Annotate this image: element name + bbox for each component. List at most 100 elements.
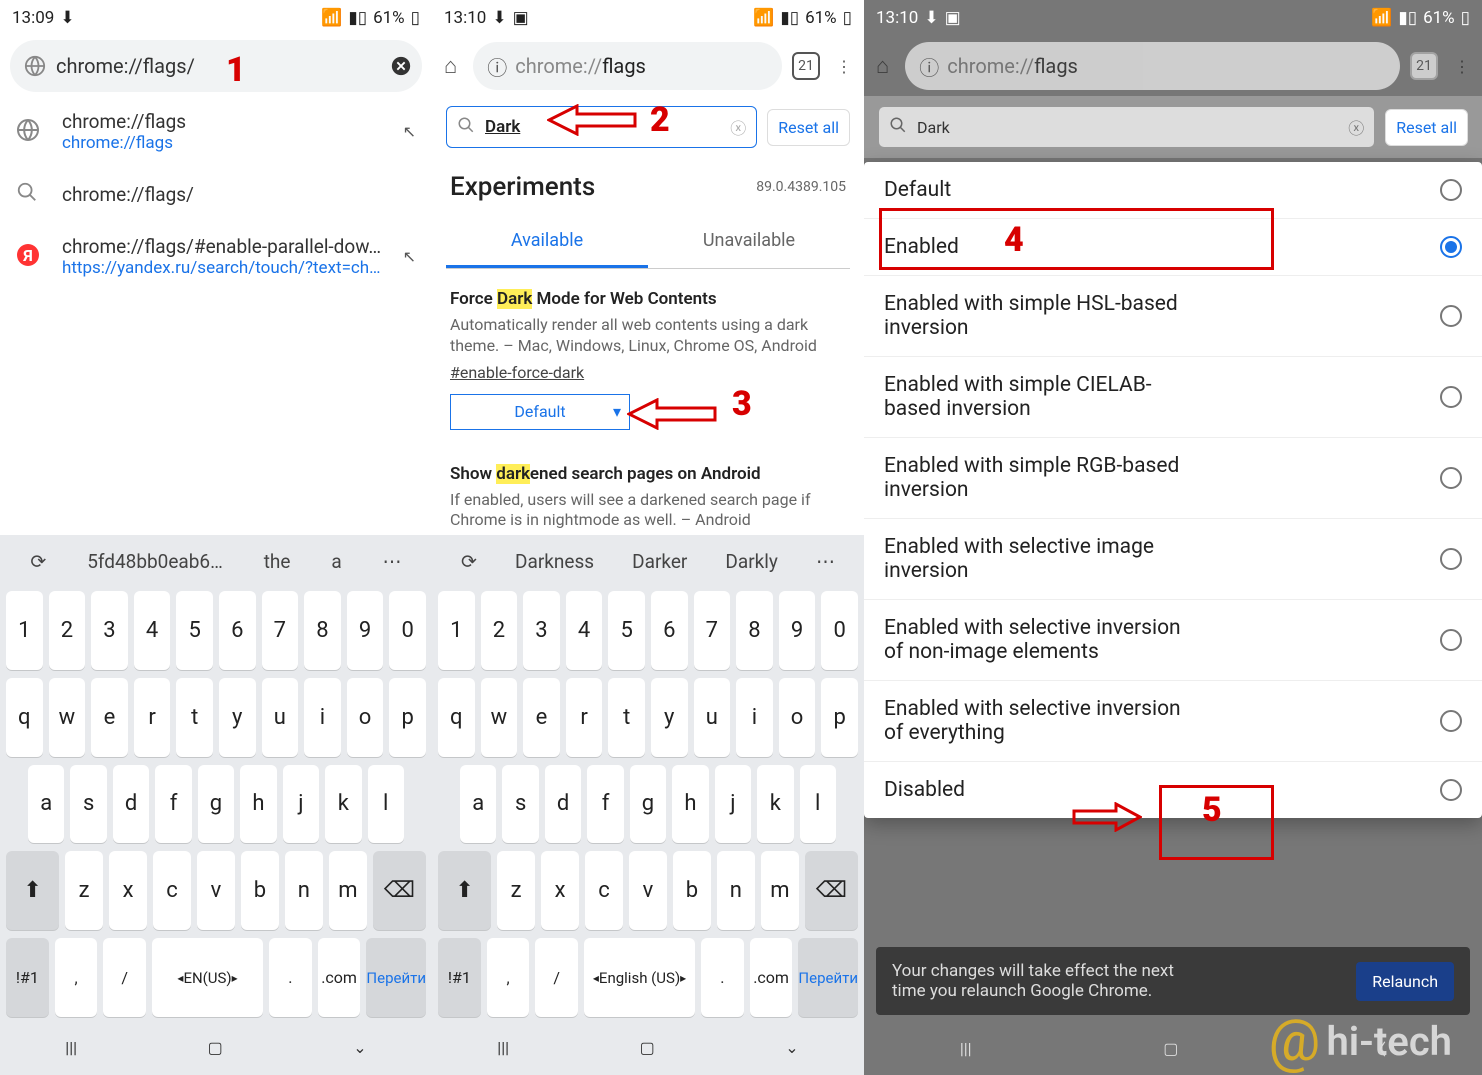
annotation-2: 2: [650, 100, 670, 140]
battery-icon: ▯: [411, 8, 420, 28]
info-icon: ⓘ: [919, 52, 939, 81]
flag-select[interactable]: Default▾: [450, 394, 630, 430]
download-icon: ⬇: [60, 8, 74, 28]
battery-pct: 61%: [373, 8, 405, 28]
back-icon[interactable]: ⌄: [353, 1038, 366, 1057]
browser-toolbar: ⌂ ⓘchrome://flags 21 ⋮: [870, 40, 1476, 92]
back-icon[interactable]: 〈: [1370, 1036, 1386, 1060]
home-icon[interactable]: ⌂: [438, 53, 463, 79]
experiments-title: Experiments: [450, 172, 595, 202]
radio-icon: [1440, 779, 1462, 801]
clear-icon[interactable]: ⓧ: [730, 115, 746, 139]
shift-key[interactable]: ⬆: [438, 851, 491, 930]
url-field[interactable]: ⓘchrome://flags: [905, 42, 1400, 90]
pane-1: 13:09⬇ 📶▮▯61%▯ chrome://flags/ chrome://…: [0, 0, 432, 1075]
radio-icon: [1440, 236, 1462, 258]
recent-icon[interactable]: |||: [497, 1038, 509, 1057]
language-key[interactable]: ◂ EN(US) ▸: [152, 938, 263, 1017]
omnibox[interactable]: chrome://flags/: [10, 40, 422, 92]
pane-2: 13:10⬇▣ 📶▮▯61%▯ ⌂ ⓘchrome://flags 21 ⋮ D…: [432, 0, 864, 1075]
radio-icon: [1440, 179, 1462, 201]
radio-icon: [1440, 467, 1462, 489]
annotation-4: 4: [1004, 220, 1024, 260]
annotation-5: 5: [1202, 790, 1222, 830]
annotation-1: 1: [226, 50, 246, 90]
recent-icon[interactable]: |||: [960, 1039, 972, 1058]
language-key[interactable]: ◂ English (US) ▸: [584, 938, 695, 1017]
flags-search-input[interactable]: Dark ⓧ: [878, 106, 1375, 148]
radio-icon: [1440, 629, 1462, 651]
flag-anchor[interactable]: #enable-force-dark: [450, 363, 846, 382]
radio-icon: [1440, 548, 1462, 570]
chrome-version: 89.0.4389.105: [756, 179, 846, 195]
suggestions-list: chrome://flagschrome://flags ↖ chrome://…: [0, 96, 432, 292]
flag-item: Show darkened search pages on Android If…: [432, 436, 864, 544]
keyboard[interactable]: ⟳ Darkness Darker Darkly ⋯ 1234567890 qw…: [432, 535, 864, 1075]
suggestion-item[interactable]: chrome://flagschrome://flags ↖: [0, 96, 432, 167]
download-icon: ⬇: [492, 8, 506, 28]
annotation-arrow: [627, 398, 717, 430]
suggestion-item[interactable]: Я chrome://flags/#enable-parallel-dow…ht…: [0, 221, 432, 292]
magnify-icon: [457, 116, 475, 138]
url-field[interactable]: ⓘchrome://flags: [473, 42, 782, 90]
dropdown-option[interactable]: Enabled with simple RGB-based inversion: [864, 438, 1482, 519]
go-key[interactable]: Перейти: [366, 938, 426, 1017]
dropdown-option[interactable]: Enabled with selective inversion of ever…: [864, 681, 1482, 762]
clear-icon[interactable]: [390, 55, 412, 77]
keyboard[interactable]: ⟳ 5fd48bb0eab6… the a ⋯ 1234567890 qwert…: [0, 535, 432, 1075]
image-icon: ▣: [513, 8, 529, 28]
back-icon[interactable]: ⌄: [785, 1038, 798, 1057]
kbd-settings-icon[interactable]: ⟳: [461, 550, 477, 573]
home-icon[interactable]: ▢: [208, 1038, 223, 1057]
dropdown-option[interactable]: Enabled with simple CIELAB-based inversi…: [864, 357, 1482, 438]
android-navbar: ||| ▢ ⌄: [0, 1021, 432, 1075]
radio-icon: [1440, 710, 1462, 732]
go-key[interactable]: Перейти: [798, 938, 858, 1017]
wifi-icon: 📶: [321, 8, 342, 28]
kbd-suggestions: ⟳ 5fd48bb0eab6… the a ⋯: [0, 535, 432, 587]
reset-all-button[interactable]: Reset all: [767, 109, 850, 146]
shift-key[interactable]: ⬆: [6, 851, 59, 930]
home-icon[interactable]: ▢: [640, 1038, 655, 1057]
menu-icon[interactable]: ⋮: [1448, 57, 1476, 76]
dropdown-option[interactable]: Enabled with selective image inversion: [864, 519, 1482, 600]
kbd-more-icon[interactable]: ⋯: [816, 550, 835, 573]
tab-available[interactable]: Available: [446, 216, 648, 268]
status-bar: 13:09⬇ 📶▮▯61%▯: [0, 0, 432, 36]
signal-icon: ▮▯: [348, 8, 367, 28]
clear-icon[interactable]: ⓧ: [1348, 115, 1364, 139]
kbd-settings-icon[interactable]: ⟳: [30, 550, 46, 573]
info-icon: ⓘ: [487, 52, 507, 81]
insert-arrow-icon[interactable]: ↖: [403, 247, 416, 266]
yandex-icon: Я: [16, 243, 44, 271]
pane-3: 13:10⬇▣ 📶▮▯61%▯ ⌂ ⓘchrome://flags 21 ⋮ D…: [864, 0, 1482, 1075]
flags-search-row: Dark ⓧ Reset all: [432, 96, 864, 158]
dropdown-option[interactable]: Enabled with selective inversion of non-…: [864, 600, 1482, 681]
tab-count[interactable]: 21: [792, 52, 820, 80]
backspace-key[interactable]: ⌫: [805, 851, 858, 930]
kbd-row: 1234567890: [0, 587, 432, 674]
home-icon[interactable]: ▢: [1163, 1039, 1178, 1058]
relaunch-button[interactable]: Relaunch: [1356, 962, 1454, 1001]
annotation-arrow: [1072, 802, 1142, 832]
chevron-down-icon: ▾: [613, 402, 621, 421]
browser-toolbar: ⌂ ⓘchrome://flags 21 ⋮: [438, 40, 858, 92]
backspace-key[interactable]: ⌫: [373, 851, 426, 930]
home-icon[interactable]: ⌂: [870, 53, 895, 79]
tab-unavailable[interactable]: Unavailable: [648, 216, 850, 268]
tab-count[interactable]: 21: [1410, 52, 1438, 80]
radio-icon: [1440, 386, 1462, 408]
menu-icon[interactable]: ⋮: [830, 57, 858, 76]
suggestion-item[interactable]: chrome://flags/: [0, 167, 432, 221]
kbd-more-icon[interactable]: ⋯: [383, 550, 402, 573]
globe-icon: [24, 55, 46, 77]
kbd-suggestions: ⟳ Darkness Darker Darkly ⋯: [432, 535, 864, 587]
recent-icon[interactable]: |||: [65, 1038, 77, 1057]
dropdown-option[interactable]: Enabled with simple HSL-based inversion: [864, 276, 1482, 357]
reset-all-button[interactable]: Reset all: [1385, 109, 1468, 146]
insert-arrow-icon[interactable]: ↖: [403, 122, 416, 141]
key[interactable]: 1: [6, 591, 43, 670]
radio-icon: [1440, 305, 1462, 327]
svg-text:Я: Я: [22, 246, 33, 265]
omnibox-text: chrome://flags/: [56, 54, 380, 78]
